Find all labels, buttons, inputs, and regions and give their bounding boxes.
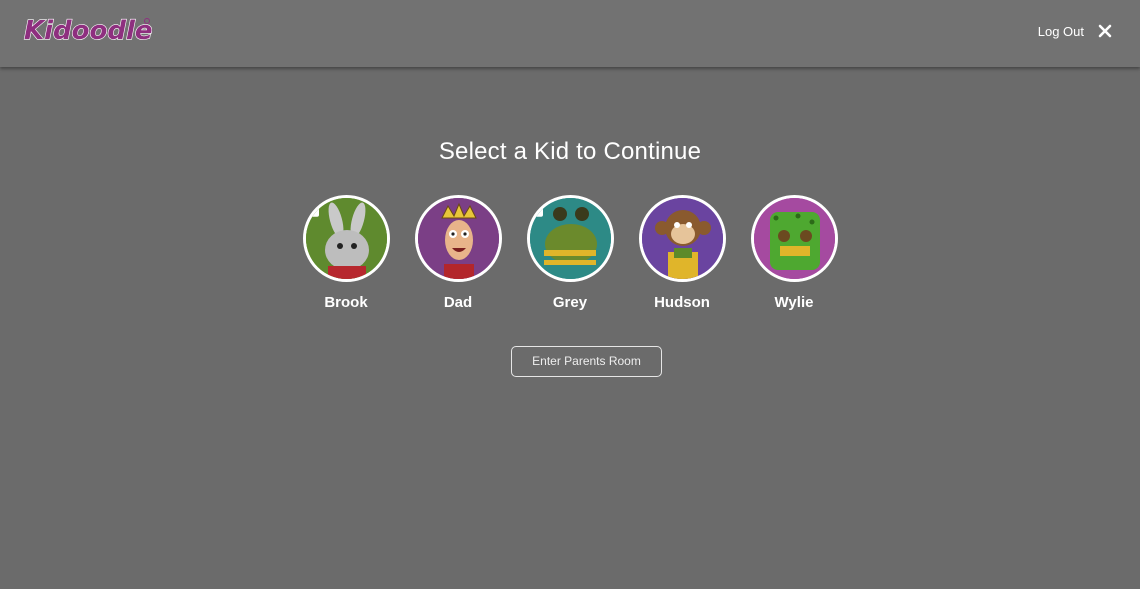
close-icon[interactable]	[1098, 24, 1112, 38]
enter-parents-room-button[interactable]: Enter Parents Room	[511, 346, 662, 377]
avatar[interactable]	[526, 195, 614, 282]
monster-icon	[753, 198, 835, 279]
kid-profile-grey[interactable]: Grey	[526, 195, 614, 311]
kid-profile-dad[interactable]: Dad	[414, 195, 502, 311]
kid-name: Hudson	[654, 294, 710, 311]
king-icon	[417, 198, 499, 279]
monkey-icon	[641, 198, 723, 279]
avatar[interactable]	[750, 195, 838, 282]
lock-icon	[305, 198, 319, 217]
kid-name: Grey	[552, 294, 588, 311]
page-title: Select a Kid to Continue	[438, 138, 702, 165]
logout-link[interactable]: Log Out	[1038, 24, 1084, 39]
logo-text: Kidoodle.TV	[24, 16, 152, 46]
avatar[interactable]	[414, 195, 502, 282]
kid-name: Wylie	[774, 294, 814, 311]
lock-icon	[529, 198, 543, 217]
kid-name: Dad	[443, 294, 473, 311]
top-bar: Kidoodle.TV Log Out	[0, 0, 1140, 67]
avatar[interactable]	[638, 195, 726, 282]
kid-name: Brook	[324, 294, 368, 311]
kid-profile-wylie[interactable]: Wylie	[750, 195, 838, 311]
kidoodle-logo[interactable]: Kidoodle.TV	[22, 12, 152, 48]
avatar[interactable]	[302, 195, 390, 282]
kid-profile-hudson[interactable]: Hudson	[638, 195, 726, 311]
kid-profile-list: Brook Dad Grey Hudson Wylie	[0, 195, 1140, 311]
kid-profile-brook[interactable]: Brook	[302, 195, 390, 311]
